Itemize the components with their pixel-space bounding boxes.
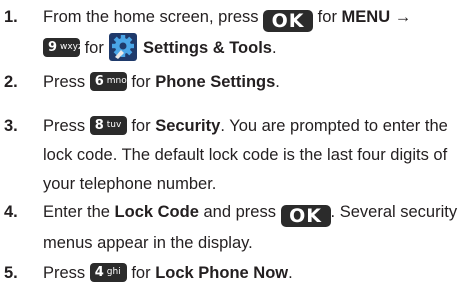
key-digit: 4 xyxy=(94,265,104,280)
text-run: Press xyxy=(43,73,90,91)
text-run: . xyxy=(275,73,280,91)
bold-term: MENU xyxy=(341,8,391,26)
step-text-line: Press 6 mno for Phone Settings. xyxy=(43,69,280,95)
text-run: for xyxy=(80,39,109,57)
key-letters: wxyz xyxy=(60,42,83,52)
step-number: 5. xyxy=(4,264,18,282)
key-letters: mno xyxy=(106,76,127,86)
keypad-8-icon: 8 tuv xyxy=(89,116,127,135)
text-run: Press xyxy=(43,264,90,282)
bold-term: Security xyxy=(155,117,221,135)
text-run: for xyxy=(126,117,156,135)
text-run: → xyxy=(390,8,412,26)
keypad-4-icon: 4 ghi xyxy=(89,263,127,282)
text-run: . xyxy=(271,39,277,57)
bold-term: Lock Phone Now xyxy=(155,264,289,282)
keypad-9-icon: 9 wxyz xyxy=(43,38,83,57)
text-run: Press xyxy=(43,117,90,135)
text-run: for xyxy=(126,264,156,282)
step-number: 1. xyxy=(4,8,18,26)
step-text-line: menus appear in the display. xyxy=(43,230,253,256)
text-run: . Several security xyxy=(330,203,458,221)
instruction-list: 1. From the home screen, press OK for MEN… xyxy=(0,0,467,293)
bold-term: Phone Settings xyxy=(155,73,276,91)
step-text-line: lock code. The default lock code is the … xyxy=(43,142,447,168)
text-run: . You are prompted to enter the xyxy=(220,117,448,135)
text-run: From the home screen, press xyxy=(43,8,264,26)
step-text-line: Enter the Lock Code and press OK. Severa… xyxy=(43,199,457,227)
text-run: for xyxy=(313,8,342,26)
text-run: Enter the xyxy=(43,203,115,221)
text-run: for xyxy=(126,73,156,91)
settings-tools-icon xyxy=(108,32,138,62)
step-number: 3. xyxy=(4,117,18,135)
key-digit: 6 xyxy=(94,74,104,89)
bold-term: Lock Code xyxy=(114,203,199,221)
bold-term: Settings & Tools xyxy=(143,39,272,57)
step-text-line: Press 4 ghi for Lock Phone Now. xyxy=(43,260,293,286)
key-digit: 8 xyxy=(94,118,104,133)
step-number: 2. xyxy=(4,73,18,91)
text-run: your telephone number. xyxy=(43,175,217,193)
text-run: . xyxy=(288,264,293,282)
text-run: and press xyxy=(198,203,281,221)
keypad-6-icon: 6 mno xyxy=(89,72,127,91)
text-run: lock code. The default lock code is the … xyxy=(43,146,448,164)
text-run: menus appear in the display. xyxy=(43,234,253,252)
step-text-line: your telephone number. xyxy=(43,171,216,197)
ok-key-icon: OK xyxy=(280,205,331,227)
key-digit: 9 xyxy=(48,40,58,55)
key-letters: tuv xyxy=(106,120,122,130)
step-text-line: From the home screen, press OK for MENU … xyxy=(43,4,411,32)
step-text-line: 9 wxyz for Settings & Tools. xyxy=(43,32,277,62)
key-letters: ghi xyxy=(106,267,121,277)
step-number: 4. xyxy=(4,203,18,221)
ok-key-icon: OK xyxy=(263,10,314,32)
step-text-line: Press 8 tuv for Security. You are prompte… xyxy=(43,113,448,139)
